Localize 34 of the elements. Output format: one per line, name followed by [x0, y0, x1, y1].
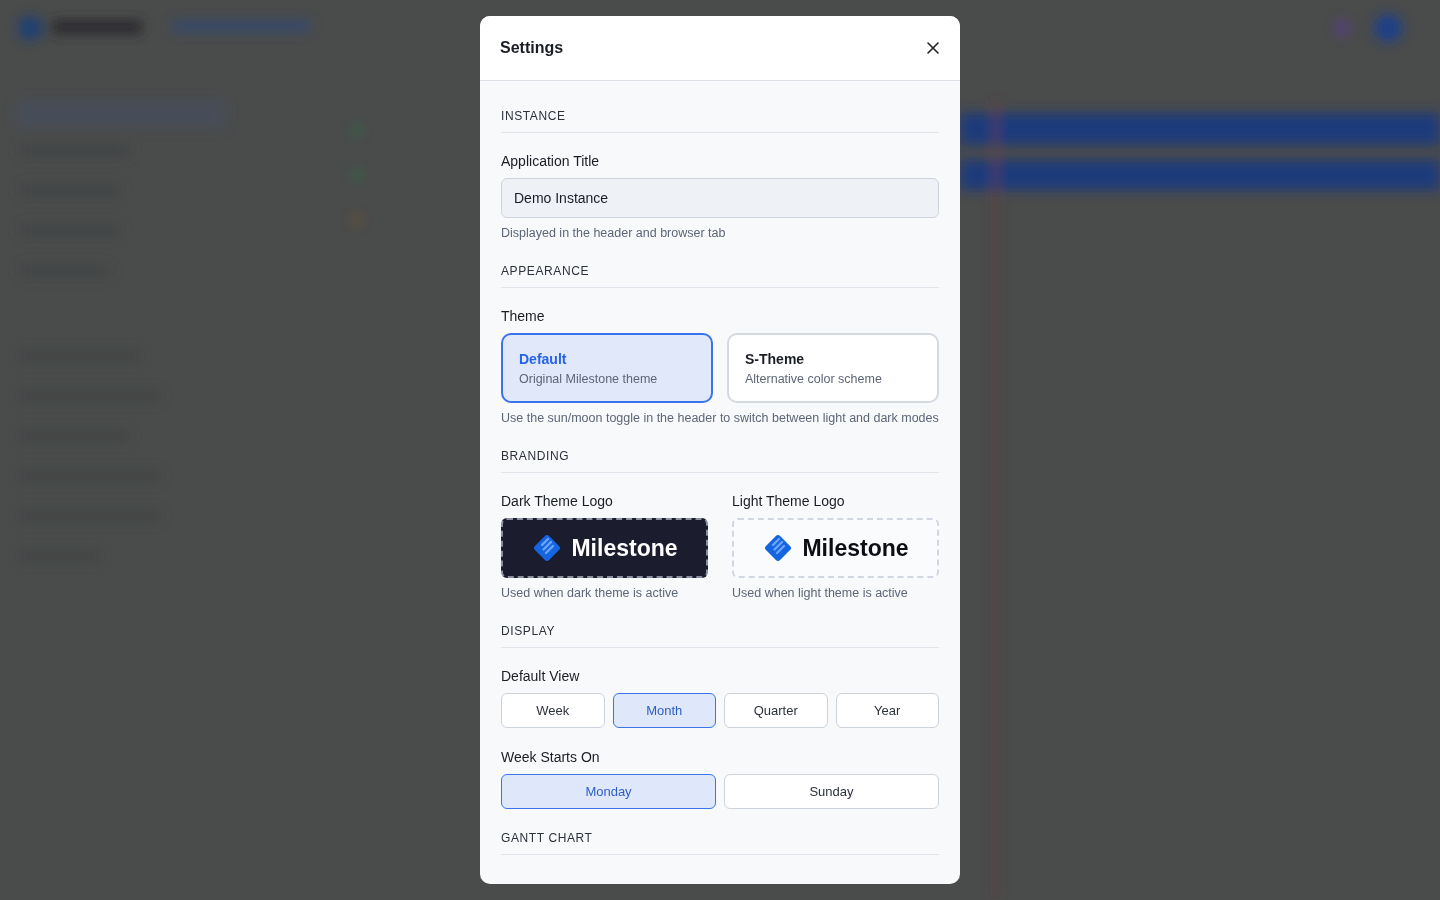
option-button[interactable]: Monday	[501, 774, 716, 809]
option-button[interactable]: Week	[501, 693, 605, 728]
logo-wordmark: Milestone	[571, 534, 678, 562]
helper-text: Used when dark theme is active	[501, 585, 680, 602]
field-label: Application Title	[501, 152, 601, 171]
theme-name: Default	[519, 350, 567, 367]
option-button[interactable]: Sunday	[724, 774, 939, 809]
section-heading: INSTANCE	[501, 108, 939, 133]
option-button[interactable]: Year	[835, 693, 939, 728]
close-icon	[927, 42, 939, 54]
logo-upload-area[interactable]: Milestone	[501, 518, 708, 578]
option-button[interactable]: Quarter	[724, 693, 828, 728]
field-label: Light Theme Logo	[732, 492, 846, 511]
helper-text: Use the sun/moon toggle in the header to switch between light and dark modes	[501, 410, 939, 427]
section-heading: GANTT CHART	[501, 830, 939, 855]
theme-description: Alternative color scheme	[745, 371, 882, 386]
helper-text: Used when light theme is active	[732, 585, 909, 602]
section-heading: BRANDING	[501, 448, 939, 473]
theme-option-card[interactable]: S-Theme Alternative color scheme	[727, 333, 939, 403]
section-heading: DISPLAY	[501, 623, 939, 648]
dialog-title: Settings	[500, 39, 564, 57]
theme-description: Original Milestone theme	[519, 371, 658, 386]
logo-upload-area[interactable]: Milestone	[732, 518, 939, 578]
text-field[interactable]: Demo Instance	[501, 178, 939, 218]
field-label: Dark Theme Logo	[501, 492, 614, 511]
option-button[interactable]: Month	[612, 693, 716, 728]
field-label: Default View	[501, 667, 581, 686]
logo-wordmark: Milestone	[802, 534, 909, 562]
theme-name: S-Theme	[745, 350, 805, 367]
helper-text: Displayed in the header and browser tab	[501, 225, 727, 242]
field-label: Week Starts On	[501, 748, 601, 767]
theme-option-card[interactable]: Default Original Milestone theme	[501, 333, 713, 403]
field-label: Theme	[501, 307, 546, 326]
section-heading: APPEARANCE	[501, 263, 939, 288]
